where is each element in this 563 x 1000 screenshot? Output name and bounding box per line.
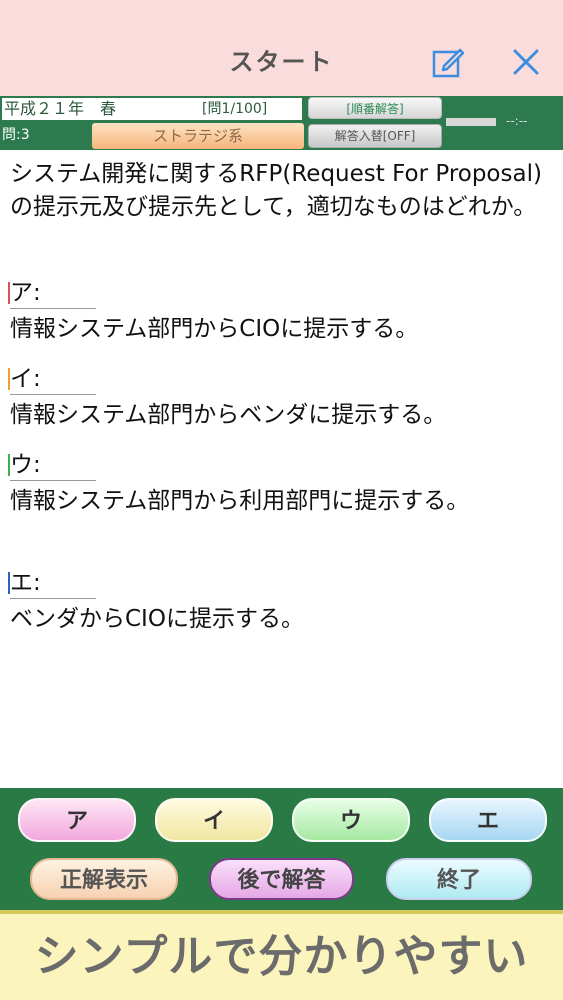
choice-text: 情報システム部門からCIOに提示する。 bbox=[10, 316, 419, 342]
edit-icon[interactable] bbox=[430, 44, 466, 80]
answer-i-button[interactable]: イ bbox=[155, 798, 273, 842]
choice-label-text: エ: bbox=[10, 570, 41, 596]
page-title: スタート bbox=[229, 48, 334, 76]
question-text: システム開発に関するRFP(Request For Proposal)の提示元及… bbox=[10, 161, 542, 220]
choice-label: ウ: bbox=[8, 450, 96, 481]
choice-e: エ: ベンダからCIOに提示する。 bbox=[8, 568, 550, 639]
choice-marker bbox=[8, 282, 10, 304]
answer-later-button[interactable]: 後で解答 bbox=[209, 858, 354, 900]
choice-marker bbox=[8, 368, 10, 390]
choice-a: ア: 情報システム部門からCIOに提示する。 bbox=[8, 278, 550, 349]
category-tab[interactable]: ストラテジ系 bbox=[92, 123, 304, 149]
choice-text: 情報システム部門からベンダに提示する。 bbox=[10, 402, 447, 428]
order-answer-button[interactable]: [順番解答] bbox=[308, 97, 442, 119]
question-number: 問:3 bbox=[2, 127, 30, 143]
choice-text: ベンダからCIOに提示する。 bbox=[10, 606, 304, 632]
answer-u-button[interactable]: ウ bbox=[292, 798, 410, 842]
choice-label: イ: bbox=[8, 364, 96, 395]
info-bar: 平成２１年 春 [問1/100] [順番解答] 問:3 ストラテジ系 解答入替[… bbox=[0, 96, 563, 150]
answer-e-button[interactable]: エ bbox=[429, 798, 547, 842]
choice-text: 情報システム部門から利用部門に提示する。 bbox=[10, 488, 470, 514]
answer-panel: ア イ ウ エ 正解表示 後で解答 終了 bbox=[0, 788, 563, 910]
exam-era-label: 平成２１年 春 [問1/100] bbox=[2, 98, 302, 120]
choice-label-text: イ: bbox=[10, 366, 41, 392]
answer-swap-button[interactable]: 解答入替[OFF] bbox=[308, 124, 442, 148]
choice-u: ウ: 情報システム部門から利用部門に提示する。 bbox=[8, 450, 550, 521]
choice-label-text: ウ: bbox=[10, 452, 41, 478]
answer-a-button[interactable]: ア bbox=[18, 798, 136, 842]
end-button[interactable]: 終了 bbox=[386, 858, 532, 900]
show-answer-button[interactable]: 正解表示 bbox=[30, 858, 178, 900]
question-counter: [問1/100] bbox=[202, 101, 268, 117]
top-header: スタート bbox=[0, 0, 563, 96]
choice-marker bbox=[8, 572, 10, 594]
choice-label: ア: bbox=[8, 278, 96, 309]
era-text: 平成２１年 春 bbox=[4, 99, 117, 118]
choice-label-text: ア: bbox=[10, 280, 41, 306]
timer: --:-- bbox=[506, 114, 528, 128]
progress-bar bbox=[446, 118, 496, 126]
choice-marker bbox=[8, 454, 10, 476]
choice-i: イ: 情報システム部門からベンダに提示する。 bbox=[8, 364, 550, 435]
choice-label: エ: bbox=[8, 568, 96, 599]
close-icon[interactable] bbox=[508, 44, 544, 80]
promo-banner: シンプルで分かりやすい bbox=[0, 914, 563, 1000]
